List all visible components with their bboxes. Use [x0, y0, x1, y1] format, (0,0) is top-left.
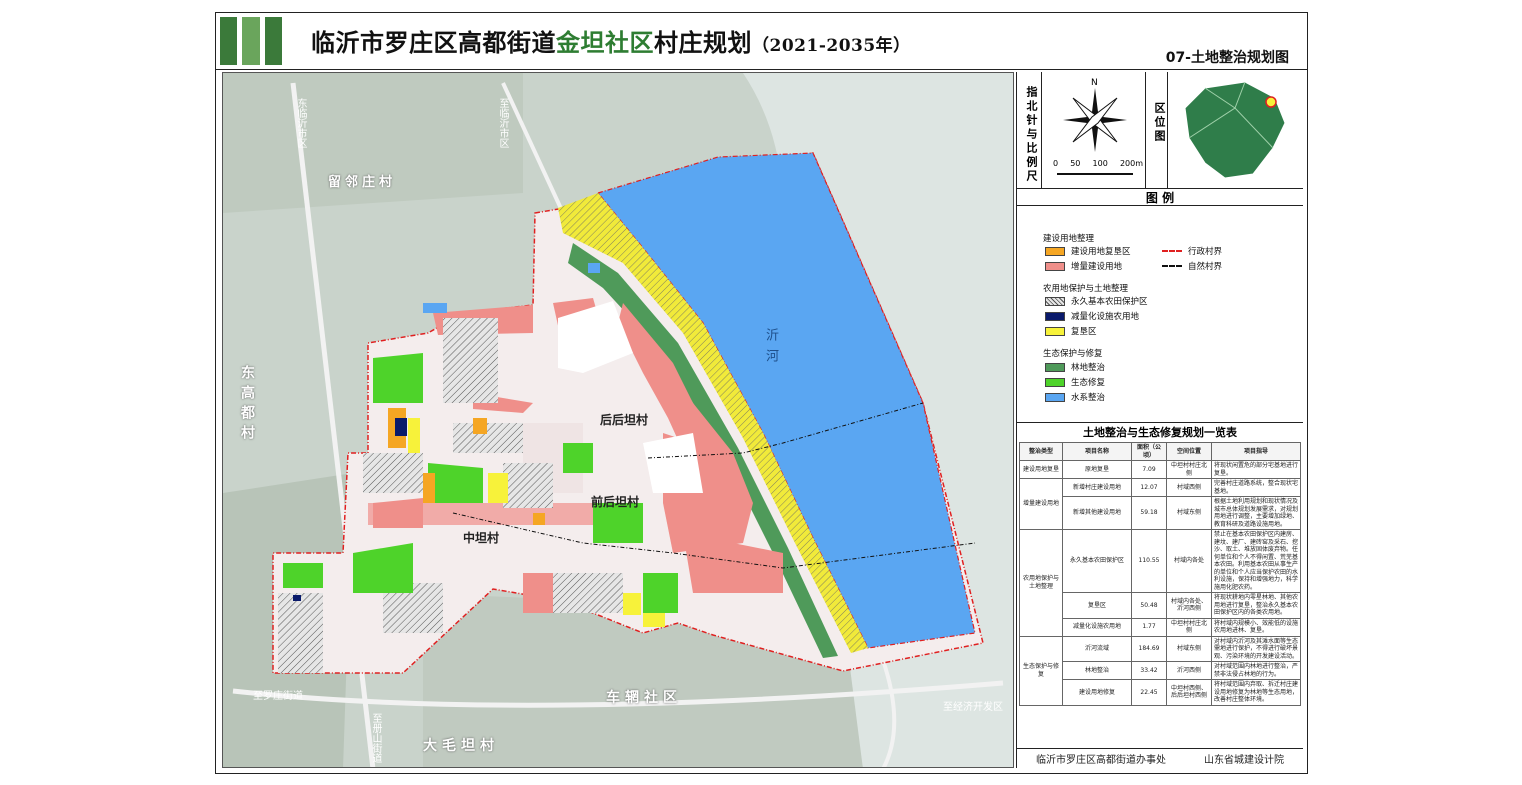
page-title: 临沂市罗庄区高都街道金坦社区村庄规划（2021-2035年） [311, 28, 911, 57]
planning-map[interactable]: 东临沂市区 至临沂市区 至罗庄街道 至册山街道 至经济开发区 留邻庄村 东高都村… [222, 72, 1014, 768]
footer-right: 山东省城建设计院 [1204, 755, 1284, 766]
side-panel: 指北针与比例尺 N 0 50 100 200m 区位图 图 例 建设用地整理 建… [1016, 72, 1303, 768]
footer-left: 临沂市罗庄区高都街道办事处 [1036, 755, 1166, 766]
legend-item-water: 水系整治 [1045, 391, 1105, 403]
neighbor-label-2: 东高都村 [239, 365, 255, 445]
legend-item-reclaim-farm: 复垦区 [1045, 325, 1097, 337]
legend-group-3: 生态保护与修复 [1043, 349, 1103, 359]
legend-item-basic-farm: 永久基本农田保护区 [1045, 295, 1148, 307]
scale-tick-3: 200m [1119, 159, 1143, 168]
road-label-1: 东临沂市区 [295, 98, 306, 148]
th-type: 整治类型 [1019, 442, 1063, 461]
legend-item-increment: 增量建设用地 [1045, 260, 1122, 272]
table-row: 建设用地修复 22.45 中坦村西侧、后后坦村西侧 将村域范围内弃取、拆迁村庄建设用地… [1020, 679, 1301, 706]
table-row: 生态保护与修复 沂河流域 184.69 村域东侧 对村域内沂河及其滩水面等生态需地进行保… [1019, 635, 1301, 706]
table-row: 林地整治 33.42 沂河西侧 对村域范围内林地进行整治，严禁非法侵占林地的行为。 [1020, 661, 1301, 680]
map-frame: 临沂市罗庄区高都街道金坦社区村庄规划（2021-2035年） 07-土地整治规划… [215, 12, 1308, 774]
sheet-subtitle: 07-土地整治规划图 [1165, 50, 1289, 66]
plan-table: 整治类型 项目名称 面积（公顷） 空间位置 项目指导 建设用地复垦 原地复垦 7.0… [1019, 442, 1301, 706]
neighbor-label-1: 留邻庄村 [328, 175, 397, 190]
road-label-5: 至经济开发区 [943, 702, 1003, 713]
th-area: 面积（公顷） [1131, 442, 1167, 461]
scale-tick-0: 0 [1053, 159, 1059, 168]
legend-group-2: 农用地保护与土地整理 [1043, 284, 1129, 294]
legend-item-natural-boundary: 自然村界 [1162, 260, 1222, 272]
legend-item-admin-boundary: 行政村界 [1162, 245, 1222, 257]
road-label-2: 至临沂市区 [497, 98, 508, 148]
table-row: 减量化设施农用地 1.77 中坦村村庄北侧 将村域内规模小、效能低的设施农用地进林、复… [1020, 617, 1301, 637]
table-row: 新增其他建设用地 59.18 村域东侧 根据土地利用规划和现状情况及城市总体规划发展需… [1020, 496, 1301, 530]
table-row: 农用地保护与土地整理 永久基本农田保护区 110.55 村域内各处 禁止在基本农田保护区… [1019, 529, 1301, 637]
legend-group-1: 建设用地整理 [1043, 234, 1095, 244]
village-label-2: 前后坦村 [591, 495, 640, 509]
decor-bars [220, 17, 282, 65]
scale-tick-1: 50 [1070, 159, 1081, 168]
scale-tick-2: 100 [1092, 159, 1108, 168]
table-row: 增量建设用地 新增村庄建设用地 12.07 村域西侧 完善村庄道路系统，整合现状宅基地。 [1019, 478, 1301, 530]
footer: 临沂市罗庄区高都街道办事处 山东省城建设计院 [1017, 748, 1303, 768]
neighbor-label-3: 车辋社区 [606, 690, 682, 706]
table-row: 建设用地复垦 原地复垦 7.09 中坦村村庄北侧 将现状闲置危的部分宅基地进行复垦。 [1019, 460, 1301, 479]
road-label-3: 至罗庄街道 [253, 691, 303, 702]
village-label-1: 后后坦村 [600, 413, 649, 427]
location-cell-label: 区位图 [1153, 102, 1166, 144]
river-label: 沂河 [763, 328, 778, 370]
village-label-3: 中坦村 [463, 531, 500, 545]
legend-item-reclaim: 建设用地复垦区 [1045, 245, 1131, 257]
legend-item-facility: 减量化设施农用地 [1045, 310, 1139, 322]
legend-item-eco: 生态修复 [1045, 376, 1105, 388]
th-name: 项目名称 [1062, 442, 1132, 461]
neighbor-label-4: 大毛坦村 [423, 738, 499, 754]
th-loc: 空间位置 [1166, 442, 1212, 461]
road-label-4: 至册山街道 [370, 713, 381, 763]
compass-cell-label: 指北针与比例尺 [1025, 86, 1038, 184]
th-desc: 项目指导 [1211, 442, 1301, 461]
title-bar: 临沂市罗庄区高都街道金坦社区村庄规划（2021-2035年） 07-土地整治规划… [216, 13, 1307, 70]
north-mark: N [1091, 78, 1098, 88]
table-row: 复垦区 50.48 村域内各处、沂河西侧 将现状耕地内零星林地、其他农用地进行复垦，整… [1020, 592, 1301, 619]
legend-title: 图 例 [1017, 188, 1303, 206]
table-title: 土地整治与生态修复规划一览表 [1017, 422, 1303, 443]
legend-item-forest: 林地整治 [1045, 361, 1105, 373]
compass-rose-icon [1057, 88, 1133, 175]
location-map [1184, 81, 1286, 179]
